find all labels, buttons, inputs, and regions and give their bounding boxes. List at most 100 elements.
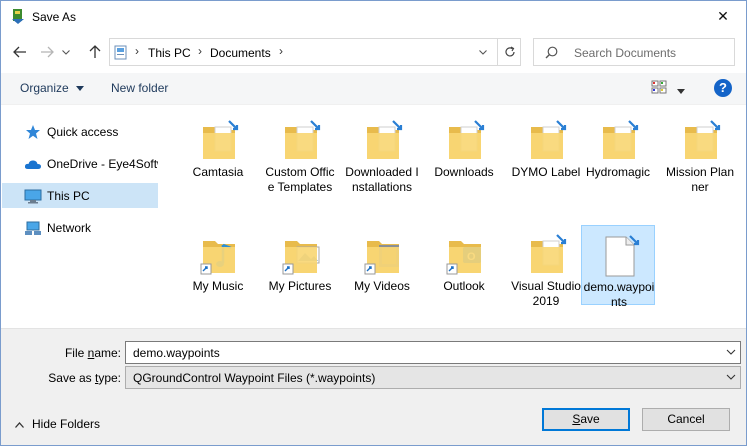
music-folder-icon	[199, 233, 239, 277]
close-button[interactable]: ✕	[700, 1, 746, 32]
search-box[interactable]: Search Documents	[533, 38, 735, 66]
sidebar-item-network[interactable]: Network	[2, 215, 158, 240]
organize-button[interactable]: Organize	[20, 81, 85, 95]
window-title: Save As	[32, 10, 77, 24]
folder-item[interactable]: Downloaded Installations	[345, 111, 419, 194]
network-icon	[25, 221, 41, 235]
search-icon	[545, 46, 558, 59]
folder-icon	[363, 119, 403, 163]
help-button[interactable]: ?	[714, 79, 732, 97]
cancel-button[interactable]: Cancel	[642, 408, 730, 431]
folder-item[interactable]: Hydromagic	[581, 111, 655, 193]
item-label: Mission Planner	[665, 165, 735, 194]
folder-icon	[527, 119, 567, 163]
sidebar-item-label: Quick access	[47, 125, 119, 139]
save-as-dialog: Save As ✕ › This PC › Documents › Search…	[0, 0, 747, 446]
sidebar-item-label: OneDrive - Eye4Software	[47, 157, 158, 171]
chevron-down-icon[interactable]	[726, 347, 736, 357]
address-dropdown-button[interactable]	[470, 39, 496, 65]
arrow-left-icon	[13, 46, 26, 58]
navigation-pane: Quick access OneDrive - Eye4Software Thi…	[1, 106, 161, 328]
item-label: demo.waypoints	[583, 280, 655, 309]
arrow-up-icon	[89, 45, 101, 58]
videos-folder-icon	[363, 233, 403, 277]
save-button[interactable]: Save	[542, 408, 630, 431]
chevron-down-icon	[479, 49, 487, 55]
organize-label: Organize	[20, 81, 69, 95]
folder-icon	[681, 119, 721, 163]
forward-button[interactable]	[36, 41, 58, 63]
folder-item[interactable]: DYMO Label	[509, 111, 583, 193]
navigation-row: › This PC › Documents › Search Documents	[1, 37, 746, 67]
breadcrumb-this-pc[interactable]: This PC	[148, 46, 191, 60]
folder-icon	[281, 119, 321, 163]
new-folder-button[interactable]: New folder	[111, 81, 168, 95]
arrow-right-icon	[41, 46, 54, 58]
search-placeholder: Search Documents	[574, 46, 677, 60]
folder-item[interactable]: My Videos	[345, 225, 419, 305]
folder-icon	[199, 119, 239, 163]
item-label: Visual Studio 2019	[511, 279, 581, 308]
close-icon: ✕	[717, 8, 729, 24]
command-toolbar: Organize New folder ?	[1, 73, 746, 105]
folder-item[interactable]: O Outlook	[427, 225, 501, 305]
item-label: My Music	[192, 279, 244, 293]
folder-item[interactable]: Visual Studio 2019	[509, 225, 583, 308]
file-name-field[interactable]: demo.waypoints	[125, 341, 741, 364]
caret-down-icon	[76, 86, 85, 92]
folder-icon	[445, 119, 485, 163]
folder-icon	[599, 119, 639, 163]
chevron-up-icon[interactable]	[15, 422, 24, 428]
view-options-dropdown[interactable]	[677, 83, 685, 97]
item-label: My Videos	[354, 279, 410, 293]
refresh-button[interactable]	[497, 39, 521, 65]
chevron-down-icon	[726, 374, 736, 380]
folder-item[interactable]: Camtasia	[181, 111, 255, 193]
hide-folders-button[interactable]: Hide Folders	[32, 417, 100, 431]
breadcrumb-documents[interactable]: Documents	[210, 46, 271, 60]
sidebar-item-this-pc[interactable]: This PC	[2, 183, 158, 208]
file-name-label: File name:	[64, 346, 121, 360]
outlook-folder-icon: O	[445, 233, 485, 277]
pictures-folder-icon	[281, 233, 321, 277]
computer-icon	[24, 189, 42, 204]
app-icon	[12, 9, 24, 24]
file-name-value: demo.waypoints	[133, 346, 220, 360]
file-icon	[600, 234, 640, 278]
item-label: Camtasia	[192, 165, 244, 179]
item-label: Custom Office Templates	[265, 165, 335, 194]
back-button[interactable]	[9, 41, 31, 63]
sidebar-item-label: This PC	[47, 189, 90, 203]
computer-small-icon	[114, 45, 127, 60]
folder-item[interactable]: Mission Planner	[663, 111, 737, 194]
breadcrumb-separator-icon: ›	[135, 44, 139, 58]
breadcrumb-separator-icon: ›	[198, 44, 202, 58]
up-button[interactable]	[84, 41, 106, 63]
folder-item[interactable]: My Pictures	[263, 225, 337, 305]
refresh-icon	[504, 46, 515, 57]
sidebar-item-onedrive[interactable]: OneDrive - Eye4Software	[2, 151, 158, 176]
save-type-label: Save as type:	[48, 371, 121, 385]
address-bar[interactable]: › This PC › Documents ›	[109, 38, 521, 66]
folder-item[interactable]: My Music	[181, 225, 255, 305]
item-label: DYMO Label	[511, 165, 581, 179]
item-label: Downloaded Installations	[345, 165, 419, 194]
save-type-select[interactable]: QGroundControl Waypoint Files (*.waypoin…	[125, 366, 741, 389]
sidebar-item-label: Network	[47, 221, 92, 235]
item-label: Hydromagic	[585, 165, 651, 179]
chevron-down-icon	[62, 49, 70, 55]
save-type-value: QGroundControl Waypoint Files (*.waypoin…	[133, 371, 376, 385]
item-label: Downloads	[434, 165, 494, 179]
sidebar-item-quick-access[interactable]: Quick access	[2, 119, 158, 144]
save-form: File name: demo.waypoints Save as type: …	[1, 328, 746, 445]
cloud-icon	[24, 160, 41, 169]
folder-item[interactable]: Custom Office Templates	[263, 111, 337, 194]
file-item[interactable]: demo.waypoints	[581, 225, 655, 309]
recent-locations-button[interactable]	[59, 41, 73, 63]
item-label: My Pictures	[268, 279, 332, 293]
folder-item[interactable]: Downloads	[427, 111, 501, 193]
view-grid-icon	[651, 80, 667, 94]
breadcrumb-separator-icon: ›	[279, 44, 283, 58]
change-view-button[interactable]	[651, 80, 667, 97]
folder-icon	[527, 233, 567, 277]
